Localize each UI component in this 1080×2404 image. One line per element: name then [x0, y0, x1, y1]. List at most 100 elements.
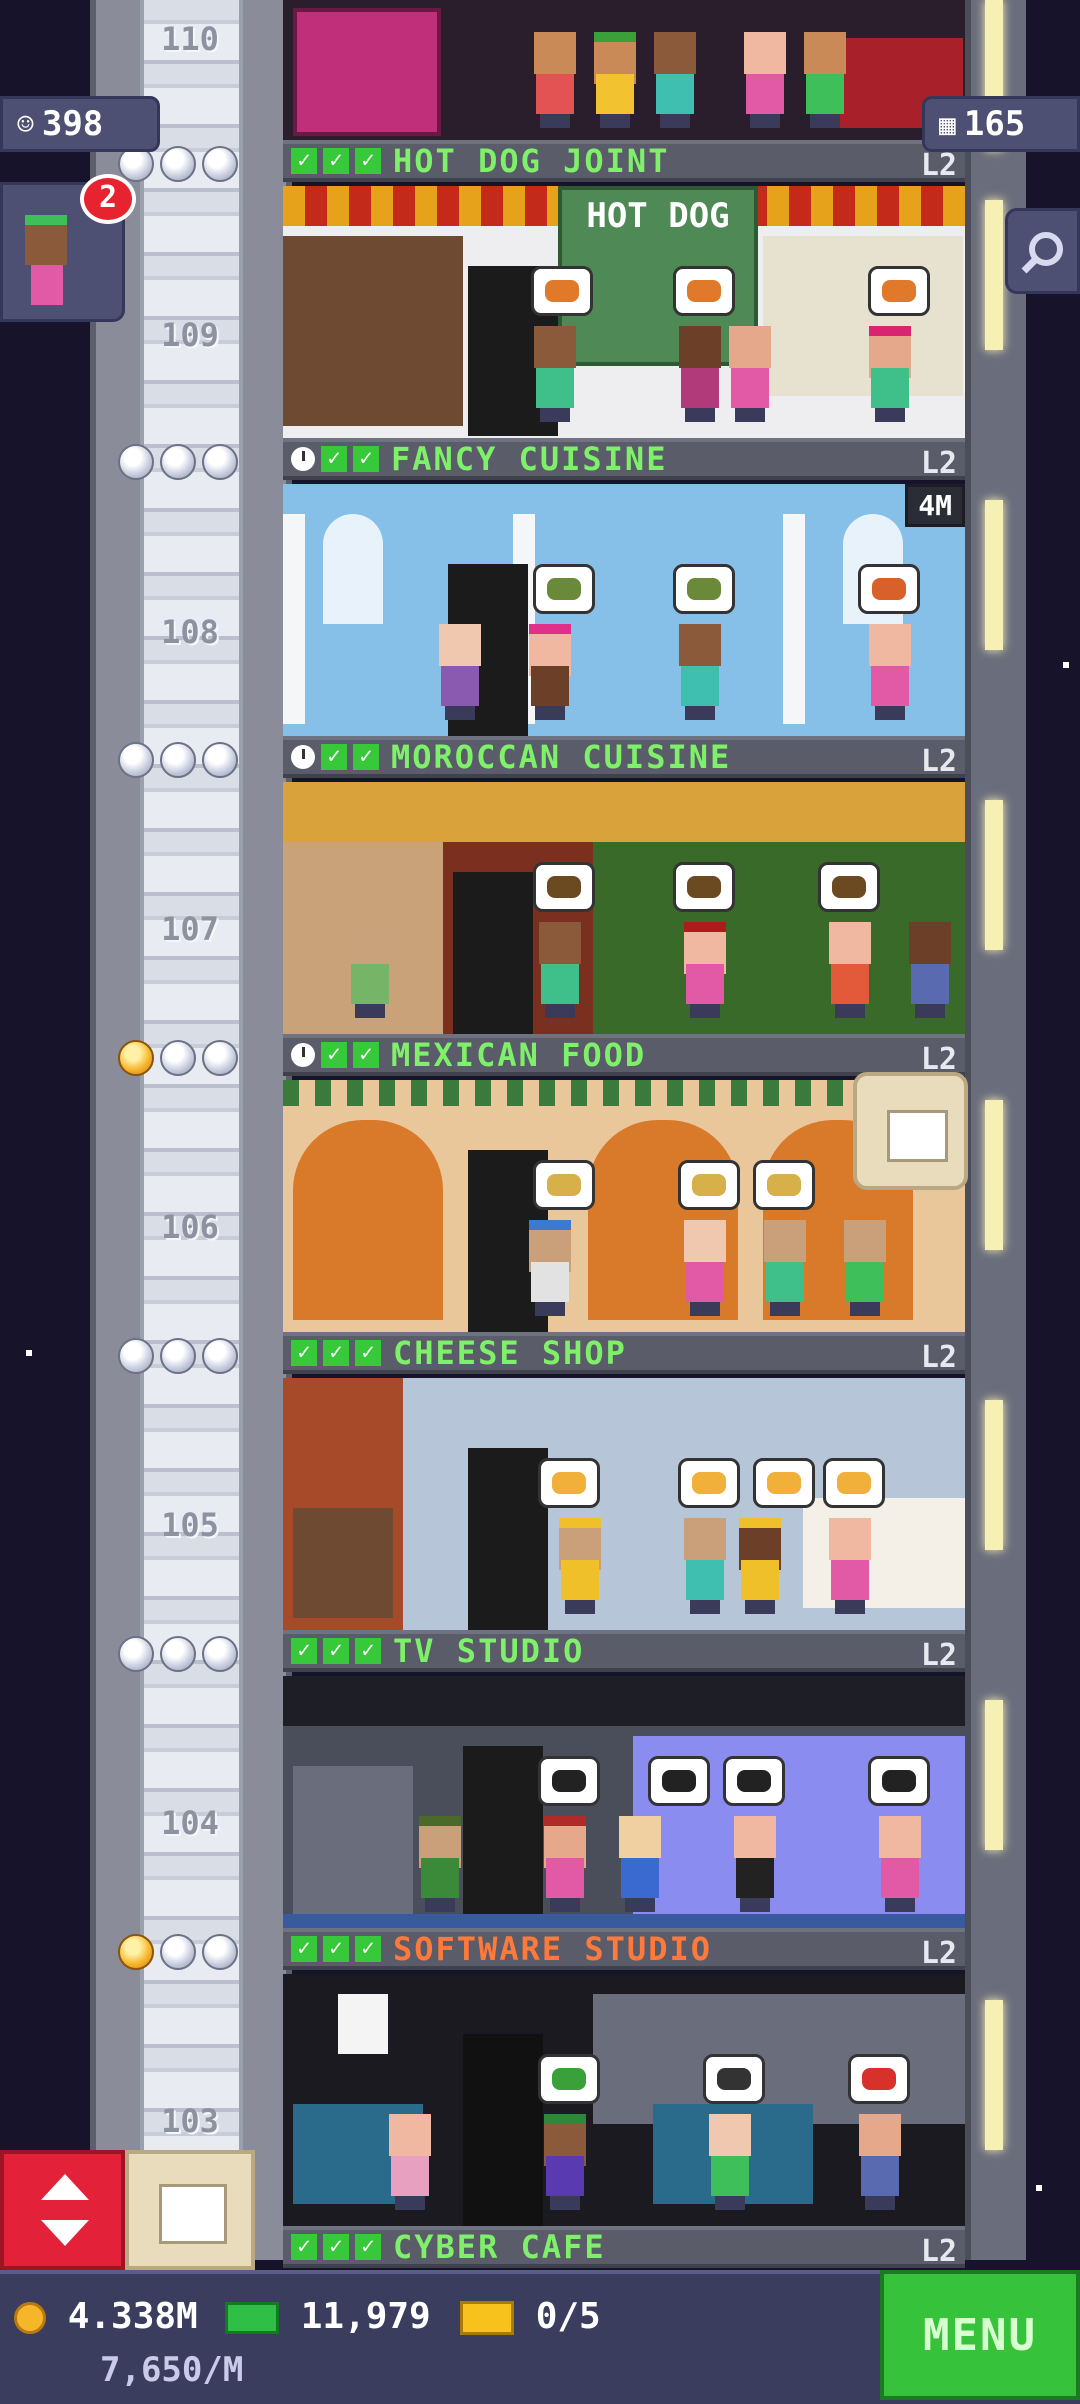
item-bubble	[538, 2054, 600, 2104]
floor-hot-dog-joint[interactable]: HOT DOG ✓ ✓ FANCY CUISINE L2	[118, 186, 965, 484]
check-icon: ✓	[321, 744, 347, 770]
person[interactable]	[648, 32, 702, 128]
person[interactable]	[523, 624, 577, 720]
coin-icon	[14, 2302, 46, 2334]
person[interactable]	[673, 624, 727, 720]
floor-bar: ✓ ✓ FANCY CUISINE L2	[283, 438, 965, 481]
person[interactable]	[823, 1518, 877, 1614]
person[interactable]	[523, 1220, 577, 1316]
tickets-display[interactable]: 0/5	[460, 2296, 601, 2337]
bux-display[interactable]: 11,979	[225, 2296, 431, 2337]
floor-stars	[118, 1040, 238, 1076]
window-light	[985, 1400, 1003, 1550]
floor-stars	[118, 1338, 238, 1374]
check-icon: ✓	[291, 2234, 317, 2260]
build-button[interactable]	[125, 2150, 255, 2270]
person[interactable]	[433, 624, 487, 720]
build-floor-button[interactable]	[853, 1072, 968, 1190]
person[interactable]	[838, 1220, 892, 1316]
person[interactable]	[678, 1518, 732, 1614]
person[interactable]	[903, 922, 957, 1018]
person[interactable]	[703, 2114, 757, 2210]
population-value: 398	[41, 104, 104, 144]
floor-name: MEXICAN FOOD	[391, 1036, 647, 1074]
population-counter[interactable]: ☺ 398	[0, 96, 160, 152]
floor-tv-studio[interactable]: ✓ ✓ ✓ SOFTWARE STUDIO L2	[118, 1676, 965, 1974]
building-icon: ▦	[939, 107, 956, 141]
floor-number: 104	[161, 1804, 219, 1842]
star-icon	[160, 444, 196, 480]
coins-display[interactable]: 4.338M	[14, 2296, 198, 2337]
room-interior	[283, 0, 965, 140]
arch	[293, 1120, 443, 1320]
person[interactable]	[728, 1816, 782, 1912]
floor-counter[interactable]: ▦ 165	[922, 96, 1080, 152]
star-icon	[202, 444, 238, 480]
gold-star-icon	[118, 1040, 154, 1076]
floor-number: 109	[161, 316, 219, 354]
floor-stars	[118, 1934, 238, 1970]
person[interactable]	[873, 1816, 927, 1912]
person[interactable]	[738, 32, 792, 128]
ticket-icon	[460, 2301, 514, 2335]
floor-software-studio[interactable]: ✓ ✓ ✓ CYBER CAFE L2	[283, 1974, 965, 2272]
floor-bar: ✓ ✓ ✓ CHEESE SHOP L2	[283, 1332, 965, 1375]
person[interactable]	[533, 922, 587, 1018]
search-button[interactable]	[1005, 208, 1080, 294]
notification-badge: 2	[80, 174, 136, 224]
person[interactable]	[863, 326, 917, 422]
person[interactable]	[538, 2114, 592, 2210]
person[interactable]	[678, 1220, 732, 1316]
construction-price: 4M	[905, 484, 965, 527]
elevator-button[interactable]	[0, 2150, 125, 2270]
shelf	[293, 1508, 393, 1618]
check-icon: ✓	[291, 148, 317, 174]
floor-fancy-cuisine[interactable]: 4M ✓ ✓ MOROCCAN CUISINE L2	[118, 484, 965, 782]
window-light	[985, 500, 1003, 650]
person[interactable]	[588, 32, 642, 128]
star-icon	[202, 742, 238, 778]
star-icon	[160, 1338, 196, 1374]
floor-name: CHEESE SHOP	[393, 1334, 627, 1372]
person[interactable]	[413, 1816, 467, 1912]
floor-bar: ✓ ✓ ✓ CYBER CAFE L2	[283, 2226, 965, 2269]
room-interior: HOT DOG	[283, 186, 965, 438]
floor-cheese-shop[interactable]: ✓ ✓ ✓ TV STUDIO L2	[118, 1378, 965, 1676]
check-icon: ✓	[355, 2234, 381, 2260]
person[interactable]	[758, 1220, 812, 1316]
person[interactable]	[678, 922, 732, 1018]
window-light	[985, 1700, 1003, 1850]
person[interactable]	[673, 326, 727, 422]
food-bubble	[533, 564, 595, 614]
person[interactable]	[823, 922, 877, 1018]
person[interactable]	[723, 326, 777, 422]
person[interactable]	[863, 624, 917, 720]
floor-moroccan-cuisine[interactable]: 9M ✓ ✓ MEXICAN FOOD L2	[118, 782, 965, 1080]
person[interactable]	[613, 1816, 667, 1912]
person[interactable]	[853, 2114, 907, 2210]
person[interactable]	[343, 922, 397, 1018]
check-icon: ✓	[355, 1340, 381, 1366]
search-icon	[1021, 232, 1063, 274]
person[interactable]	[798, 32, 852, 128]
floor-level: L2	[920, 744, 957, 779]
floor-count-value: 165	[963, 104, 1026, 144]
floor-level: L2	[920, 446, 957, 481]
studio-floor	[283, 1914, 965, 1928]
pillar	[783, 514, 805, 724]
doorway	[468, 1448, 548, 1630]
person[interactable]	[383, 2114, 437, 2210]
menu-button[interactable]: MENU	[880, 2270, 1080, 2400]
floor-number: 106	[161, 1208, 219, 1246]
up-down-arrows-icon	[41, 2174, 89, 2246]
person[interactable]	[528, 326, 582, 422]
floor-110[interactable]: ✓ ✓ ✓ HOT DOG JOINT L2	[118, 0, 965, 186]
person[interactable]	[538, 1816, 592, 1912]
window-light	[985, 800, 1003, 950]
food-bubble	[538, 1458, 600, 1508]
person[interactable]	[733, 1518, 787, 1614]
star-icon	[160, 146, 196, 182]
person[interactable]	[553, 1518, 607, 1614]
person[interactable]	[528, 32, 582, 128]
floor-bar: ✓ ✓ ✓ HOT DOG JOINT L2	[283, 140, 965, 183]
